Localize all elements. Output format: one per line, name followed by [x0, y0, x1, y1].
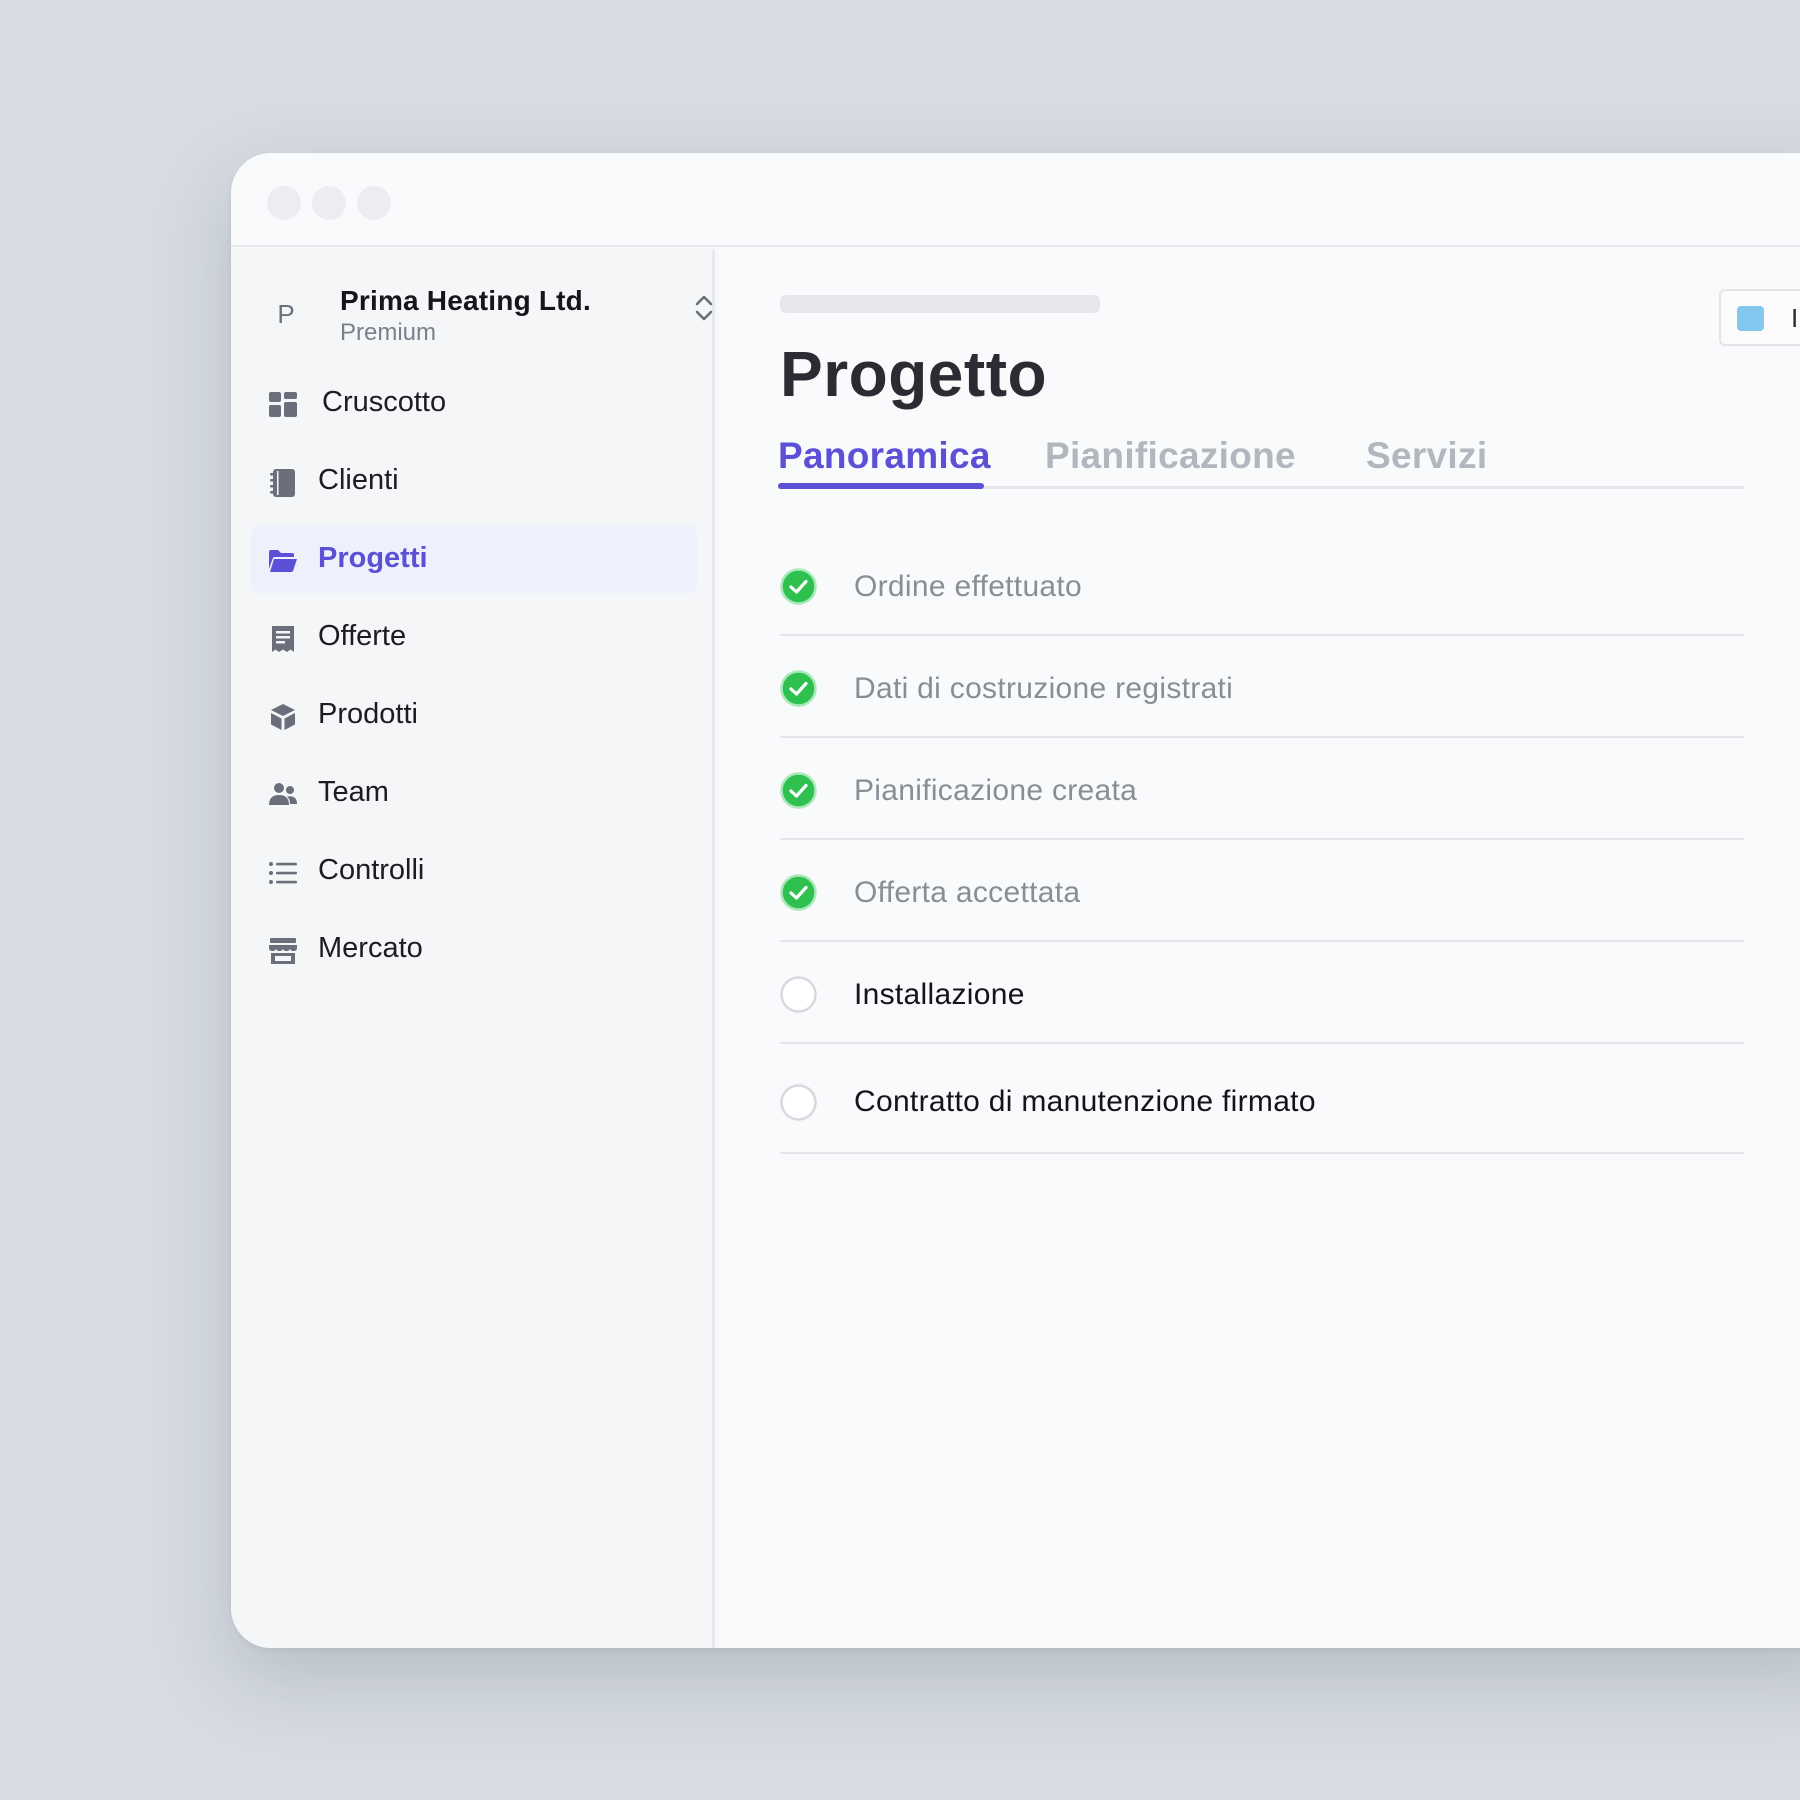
org-name: Prima Heating Ltd. — [340, 285, 591, 316]
sidebar-item-offerte[interactable]: Offerte — [251, 603, 697, 671]
dashboard-icon — [269, 392, 297, 417]
list-item: Pianificazione creata — [780, 738, 1744, 840]
list-item: Dati di costruzione registrati — [780, 636, 1744, 738]
sidebar-item-team[interactable]: Team — [251, 759, 697, 827]
sidebar-item-label: Mercato — [318, 932, 423, 964]
sidebar-item-clienti[interactable]: Clienti — [251, 447, 697, 515]
list-item: Offerta accettata — [780, 840, 1744, 942]
sidebar-item-cruscotto[interactable]: Cruscotto — [251, 369, 697, 437]
org-avatar: P — [277, 299, 295, 329]
org-plan: Premium — [340, 319, 437, 346]
sidebar-item-label: Prodotti — [318, 698, 418, 730]
step-label: Dati di costruzione registrati — [854, 672, 1234, 705]
main-content: Progetto In corso Panoramica Pianificazi… — [718, 249, 1800, 1648]
empty-circle-icon[interactable] — [780, 1084, 817, 1121]
folder-open-icon — [269, 550, 297, 572]
window-minimize-button[interactable] — [312, 186, 346, 220]
check-circle-icon — [780, 874, 817, 911]
sidebar-item-prodotti[interactable]: Prodotti — [251, 681, 697, 749]
step-label: Contratto di manutenzione firmato — [854, 1085, 1316, 1118]
window-maximize-button[interactable] — [357, 186, 391, 220]
sidebar-item-label: Controlli — [318, 854, 425, 886]
cube-icon — [271, 704, 295, 730]
chevron-up-down-icon[interactable] — [691, 291, 717, 325]
list-item: Ordine effettuato — [780, 534, 1744, 636]
receipt-icon — [272, 626, 294, 652]
list-item: Installazione — [780, 942, 1744, 1044]
org-switcher[interactable]: P Prima Heating Ltd. Premium — [251, 277, 713, 353]
sidebar-item-progetti[interactable]: Progetti — [251, 525, 697, 593]
tab-pianificazione[interactable]: Pianificazione — [1045, 435, 1296, 505]
sidebar-item-controlli[interactable]: Controlli — [251, 837, 697, 905]
list-item: Contratto di manutenzione firmato — [780, 1044, 1744, 1154]
sidebar-item-label: Team — [318, 776, 389, 808]
step-label: Pianificazione creata — [854, 774, 1138, 807]
users-icon — [269, 783, 297, 805]
sidebar-item-label: Offerte — [318, 620, 407, 652]
project-checklist: Ordine effettuato Dati di costruzione re… — [780, 534, 1744, 1154]
step-label: Ordine effettuato — [854, 570, 1083, 603]
status-select-value: In corso — [1791, 303, 1800, 333]
tab-servizi[interactable]: Servizi — [1366, 435, 1487, 505]
page-title: Progetto — [780, 338, 1048, 410]
app-window: P Prima Heating Ltd. Premium Cruscotto C… — [231, 153, 1800, 1648]
status-select[interactable]: In corso — [1719, 289, 1800, 346]
list-icon — [269, 862, 297, 884]
check-circle-icon — [780, 772, 817, 809]
status-color-swatch — [1737, 306, 1764, 331]
sidebar-item-label: Progetti — [318, 542, 428, 574]
breadcrumb-placeholder — [780, 295, 1100, 313]
check-circle-icon — [780, 670, 817, 707]
sidebar: P Prima Heating Ltd. Premium Cruscotto C… — [231, 249, 715, 1648]
step-label: Installazione — [854, 978, 1025, 1011]
sidebar-item-label: Cruscotto — [322, 386, 447, 418]
tab-panoramica[interactable]: Panoramica — [778, 435, 991, 505]
tab-bar: Panoramica Pianificazione Servizi — [778, 419, 1744, 489]
address-book-icon — [270, 469, 295, 497]
active-tab-indicator — [778, 483, 984, 489]
empty-circle-icon[interactable] — [780, 976, 817, 1013]
step-label: Offerta accettata — [854, 876, 1081, 909]
check-circle-icon — [780, 568, 817, 605]
window-titlebar — [231, 153, 1800, 247]
store-icon — [269, 938, 297, 964]
window-close-button[interactable] — [267, 186, 301, 220]
sidebar-item-label: Clienti — [318, 464, 399, 496]
sidebar-item-mercato[interactable]: Mercato — [251, 915, 697, 983]
